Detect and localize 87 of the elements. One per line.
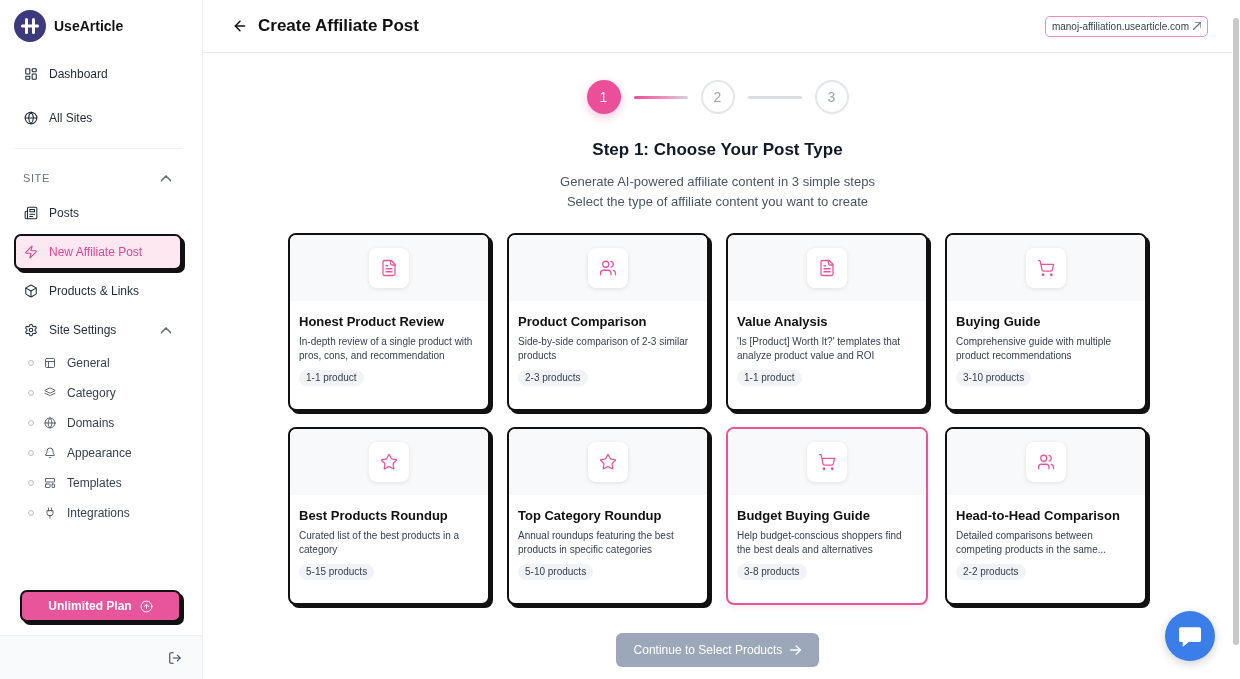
card-title: Product Comparison (518, 313, 647, 331)
lightning-icon (24, 245, 38, 259)
post-type-card[interactable]: Product Comparison Side-by-side comparison of 2-3 similar products 2-3 products (507, 233, 709, 411)
card-description: Help budget-conscious shoppers find the best deals and alternatives (737, 529, 903, 557)
step-circle: 3 (814, 80, 849, 114)
users-icon (1026, 442, 1066, 482)
cart-icon (807, 442, 847, 482)
sidebar-subitem[interactable]: Integrations (14, 498, 182, 528)
product-count-tag: 1-1 product (737, 370, 802, 386)
step-connector (633, 95, 688, 99)
globe-icon (44, 417, 56, 429)
sidebar-subitem[interactable]: General (14, 348, 182, 378)
bullet-icon (28, 420, 34, 426)
document-icon (807, 248, 847, 288)
sidebar-item[interactable]: All Sites (14, 100, 182, 136)
scrollbar-thumb[interactable] (1233, 18, 1239, 645)
card-description: Side-by-side comparison of 2-3 similar products (518, 335, 690, 363)
card-description: Curated list of the best products in a category (299, 529, 461, 557)
chat-icon (1179, 625, 1201, 647)
page-subtitle: Generate AI-powered affiliate content in 3 simple steps (560, 173, 875, 191)
layers-icon (44, 387, 56, 399)
post-type-card[interactable]: Honest Product Review In-depth review of a single product with pros, cons, and recommendation 1-1 product (288, 233, 490, 411)
product-count-tag: 5-10 products (518, 564, 594, 580)
users-icon (588, 248, 628, 288)
card-description: In-depth review of a single product with pros, cons, and recommendation (299, 335, 474, 363)
post-type-card[interactable]: Head-to-Head Comparison Detailed comparisons between competing products in the same... 2-2 products (945, 427, 1147, 605)
product-count-tag: 1-1 product (299, 370, 364, 386)
logout-icon[interactable] (168, 650, 182, 665)
sidebar-subitem[interactable]: Category (14, 378, 182, 408)
arrow-up-circle-icon (139, 599, 153, 613)
product-count-tag: 3-10 products (956, 370, 1032, 386)
sidebar-item[interactable]: Site Settings (14, 312, 182, 348)
sidebar-item[interactable]: Posts (14, 195, 182, 231)
plug-icon (44, 507, 56, 519)
card-description: Comprehensive guide with multiple product recommendations (956, 335, 1113, 363)
product-count-tag: 2-2 products (956, 564, 1026, 580)
card-title: Top Category Roundup (518, 507, 662, 525)
arrow-right-icon (790, 645, 802, 655)
bullet-icon (28, 510, 34, 516)
layout-icon (44, 357, 56, 369)
bullet-icon (28, 480, 34, 486)
external-link-icon (1193, 22, 1201, 30)
step-heading: Step 1: Choose Your Post Type (592, 139, 843, 161)
sidebar-subitem[interactable]: Domains (14, 408, 182, 438)
bullet-icon (28, 390, 34, 396)
chat-button[interactable] (1165, 611, 1215, 661)
document-icon (369, 248, 409, 288)
card-title: Best Products Roundup (299, 507, 448, 525)
product-count-tag: 2-3 products (518, 370, 588, 386)
post-type-card[interactable]: Value Analysis 'Is [Product] Worth It?' templates that analyze product value and ROI 1-1 product (726, 233, 928, 411)
settings-icon (24, 323, 38, 337)
sidebar-item[interactable]: Products & Links (14, 273, 182, 309)
bell-icon (44, 447, 56, 459)
cube-icon (24, 284, 38, 298)
template-icon (44, 477, 56, 489)
site-link[interactable]: manoj-affiliation.usearticle.com (1044, 15, 1208, 37)
sidebar-item[interactable]: Dashboard (14, 56, 182, 92)
bullet-icon (28, 450, 34, 456)
step-circle: 1 (586, 80, 621, 114)
post-type-card[interactable]: Top Category Roundup Annual roundups featuring the best products in specific categories 5-10 products (507, 427, 709, 605)
card-description: 'Is [Product] Worth It?' templates that analyze product value and ROI (737, 335, 902, 363)
cart-icon (1026, 248, 1066, 288)
post-type-card[interactable]: Budget Buying Guide Help budget-conscious shoppers find the best deals and alternatives 3-8 products (726, 427, 928, 605)
post-type-card[interactable]: Buying Guide Comprehensive guide with multiple product recommendations 3-10 products (945, 233, 1147, 411)
sidebar-subitem[interactable]: Appearance (14, 438, 182, 468)
card-title: Value Analysis (737, 313, 828, 331)
post-type-card[interactable]: Best Products Roundup Curated list of the best products in a category 5-15 products (288, 427, 490, 605)
card-description: Detailed comparisons between competing products in the same... (956, 529, 1108, 557)
bullet-icon (28, 360, 34, 366)
card-description: Annual roundups featuring the best products in specific categories (518, 529, 675, 557)
section-header[interactable]: SITE (14, 168, 182, 188)
newspaper-icon (24, 206, 38, 220)
globe-icon (24, 111, 38, 125)
brand-name: UseArticle (54, 18, 124, 34)
sidebar-subitem[interactable]: Templates (14, 468, 182, 498)
product-count-tag: 3-8 products (737, 564, 807, 580)
card-title: Head-to-Head Comparison (956, 507, 1120, 525)
product-count-tag: 5-15 products (299, 564, 375, 580)
card-title: Buying Guide (956, 313, 1041, 331)
page-title: Create Affiliate Post (258, 16, 419, 36)
card-title: Budget Buying Guide (737, 507, 870, 525)
logo-icon (14, 10, 46, 42)
step-circle: 2 (700, 80, 735, 114)
step-connector (747, 95, 802, 99)
page-subtitle: Select the type of affiliate content you want to create (566, 193, 869, 211)
card-title: Honest Product Review (299, 313, 445, 331)
dashboard-icon (24, 67, 38, 81)
